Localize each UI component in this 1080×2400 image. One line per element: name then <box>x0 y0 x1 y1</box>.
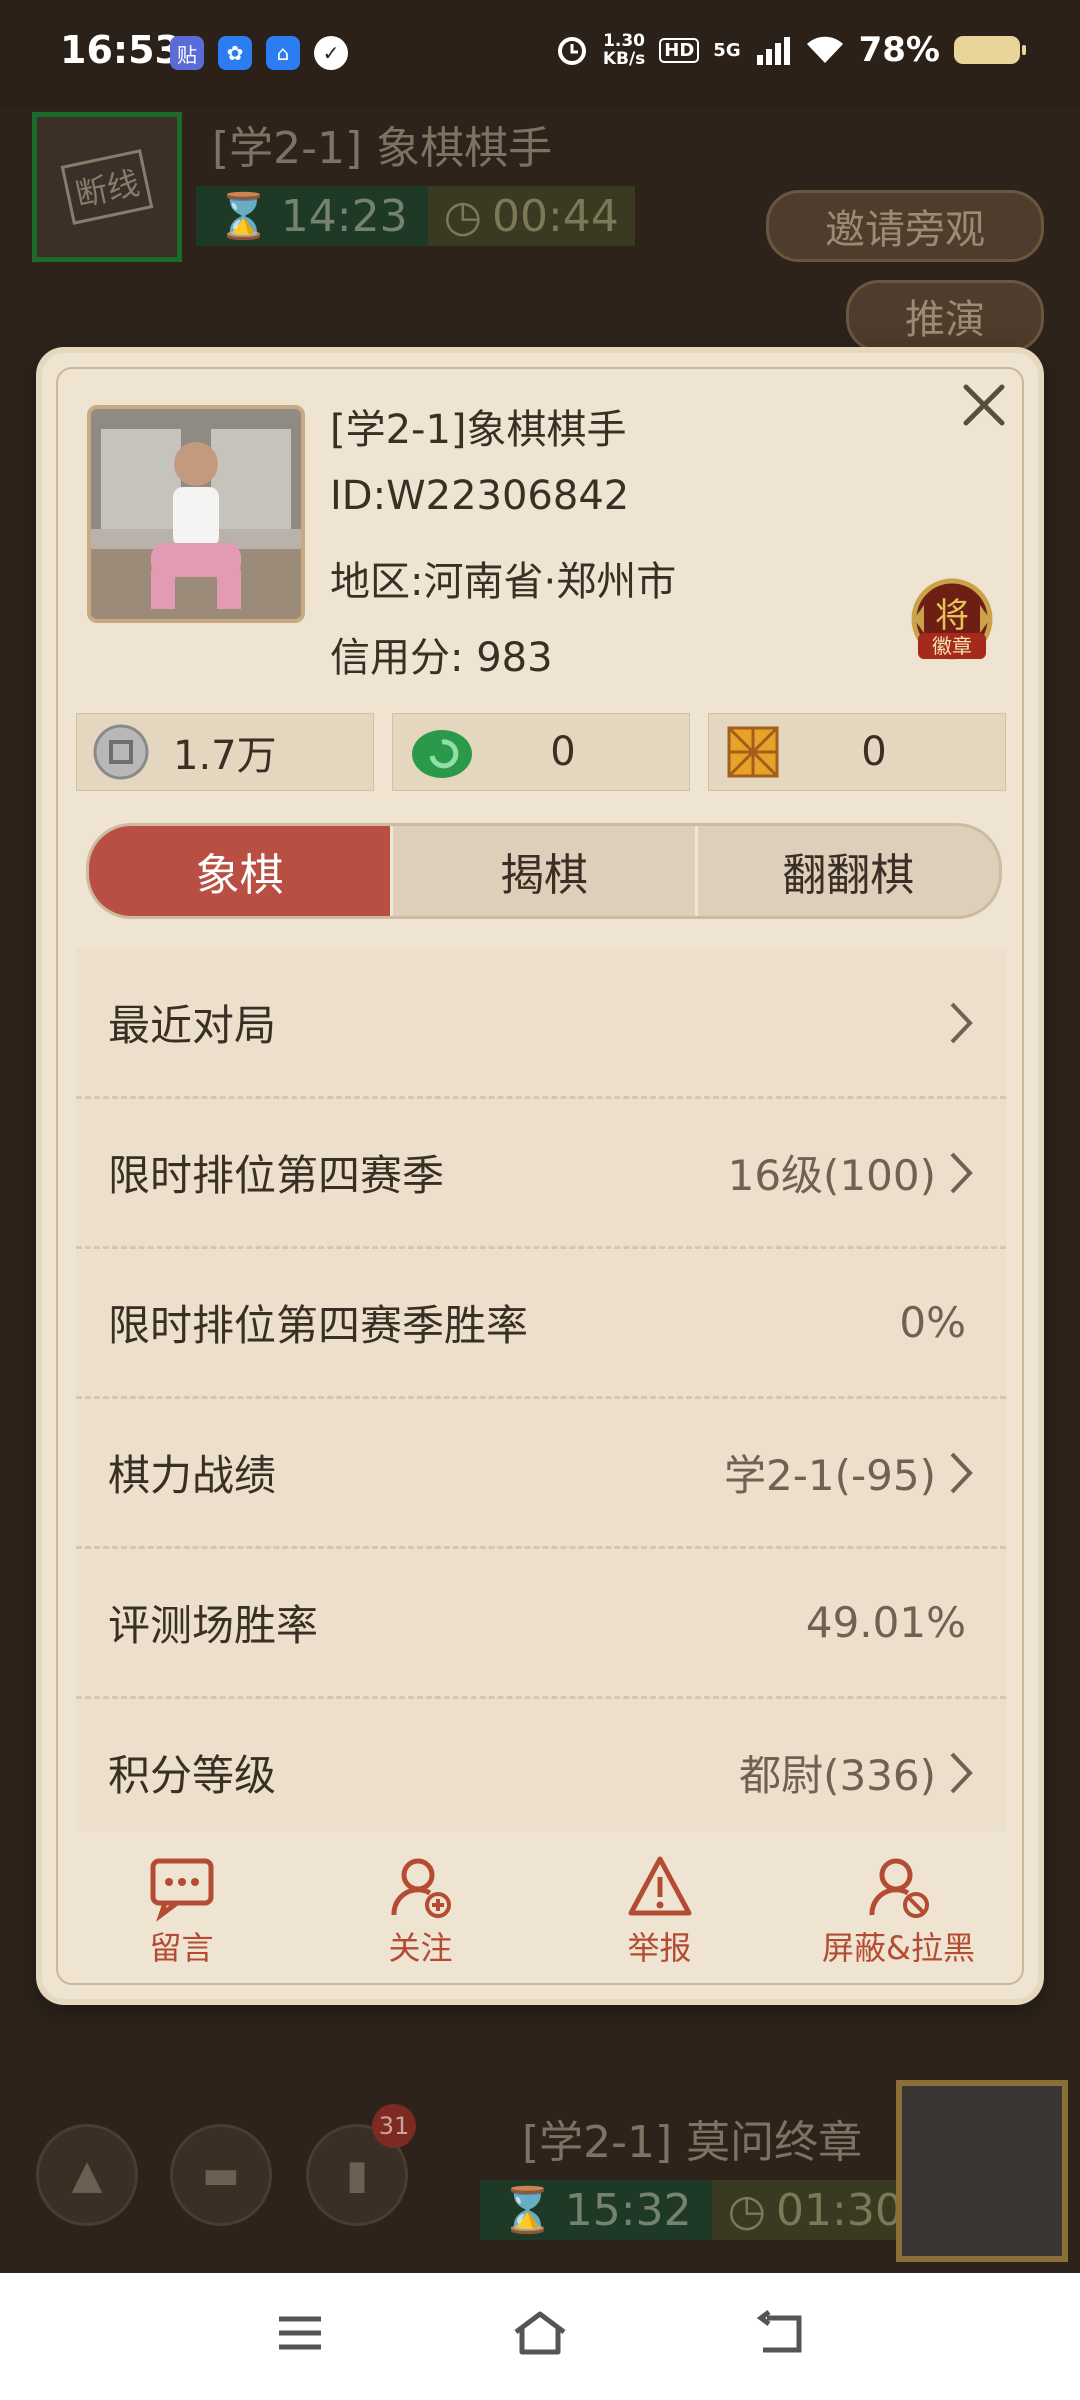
check-icon: ✓ <box>314 36 348 70</box>
top-player-timer: ⌛ 14:23 ◷ 00:44 <box>196 186 635 246</box>
row-skill-record[interactable]: 棋力战绩 学2-1(-95) <box>76 1399 1006 1549</box>
system-nav-bar <box>0 2273 1080 2400</box>
chevron-right-icon <box>950 1452 973 1493</box>
profile-name: [学2-1]象棋棋手 <box>330 407 627 453</box>
home-button[interactable] <box>505 2303 575 2363</box>
notification-icons: 贴 ✿ ⌂ ✓ <box>170 36 348 70</box>
baidu-app-icon: ✿ <box>218 36 252 70</box>
general-badge-icon[interactable]: 将 徽章 <box>904 575 1000 671</box>
alarm-icon <box>557 37 586 65</box>
rank-icon[interactable]: ▲ <box>36 2124 138 2226</box>
close-button[interactable] <box>956 377 1012 433</box>
bottom-player-name: [学2-1] 莫问终章 <box>522 2117 863 2168</box>
asset-bar: 1.7万 0 0 <box>76 713 1006 791</box>
game-type-tabs: 象棋 揭棋 翻翻棋 <box>86 823 1002 919</box>
message-button[interactable]: 留言 <box>62 1853 301 1973</box>
follow-button[interactable]: 关注 <box>301 1853 540 1973</box>
action-bar: 留言 关注 举报 屏蔽&拉黑 <box>62 1853 1018 1973</box>
menu-icon <box>279 2316 321 2350</box>
home-icon <box>514 2311 566 2355</box>
tieba-app-icon: 贴 <box>170 36 204 70</box>
card-asset[interactable]: 0 <box>708 713 1006 791</box>
deduce-button[interactable]: 推演 <box>846 280 1044 352</box>
menu-button[interactable] <box>265 2303 335 2363</box>
svg-text:徽章: 徽章 <box>932 634 972 658</box>
chat-icon[interactable]: ▬ <box>170 2124 272 2226</box>
clock-icon: ◷ <box>443 190 483 242</box>
hourglass-icon: ⌛ <box>216 191 271 242</box>
profile-credit-score: 信用分: 983 <box>330 635 553 681</box>
svg-text:将: 将 <box>935 596 969 636</box>
tab-jieqi[interactable]: 揭棋 <box>390 826 694 916</box>
net-speed: 1.30 KB/s <box>602 31 646 69</box>
invite-watch-button[interactable]: 邀请旁观 <box>766 190 1044 262</box>
status-bar: 16:53 贴 ✿ ⌂ ✓ 1.30 KB/s HD 5G 78% <box>0 0 1080 108</box>
disconnected-badge: 断线 <box>60 149 154 225</box>
bottom-player-avatar[interactable] <box>896 2080 1068 2262</box>
wifi-icon <box>806 36 843 63</box>
chevron-right-icon <box>950 1152 973 1193</box>
back-button[interactable] <box>745 2303 815 2363</box>
warning-icon <box>628 1856 691 1916</box>
gold-card-icon <box>727 726 779 778</box>
row-eval-winrate: 评测场胜率 49.01% <box>76 1549 1006 1699</box>
stats-list: 最近对局 限时排位第四赛季 16级(100) 限时排位第四赛季胜率 0% 棋力战… <box>76 949 1006 1831</box>
chevron-right-icon <box>950 1002 973 1043</box>
jade-icon <box>412 730 472 778</box>
close-icon <box>963 384 1005 426</box>
row-recent-games[interactable]: 最近对局 <box>76 949 1006 1099</box>
home-app-icon: ⌂ <box>266 36 300 70</box>
top-player-avatar[interactable]: 断线 <box>32 112 182 262</box>
jade-asset[interactable]: 0 <box>392 713 690 791</box>
avatar-photo <box>91 409 301 619</box>
row-season-rank[interactable]: 限时排位第四赛季 16级(100) <box>76 1099 1006 1249</box>
signal-icon <box>756 37 790 65</box>
hd-icon: HD <box>659 37 700 63</box>
back-icon <box>756 2310 802 2353</box>
notification-count-badge: 31 <box>372 2104 416 2148</box>
chevron-right-icon <box>950 1752 973 1793</box>
report-button[interactable]: 举报 <box>540 1853 779 1973</box>
add-friend-icon <box>390 1858 451 1918</box>
tab-fanfanqi[interactable]: 翻翻棋 <box>694 826 999 916</box>
block-button[interactable]: 屏蔽&拉黑 <box>779 1853 1018 1973</box>
battery-percent: 78% <box>858 30 940 70</box>
silver-coin-asset[interactable]: 1.7万 <box>76 713 374 791</box>
profile-avatar[interactable] <box>87 405 305 623</box>
system-icons: 1.30 KB/s HD 5G 78% <box>555 30 1026 70</box>
profile-region: 地区:河南省·郑州市 <box>330 559 677 605</box>
tab-xiangqi[interactable]: 象棋 <box>89 826 391 916</box>
bottom-player-timer: ⌛ 15:32 ◷ 01:30 <box>480 2180 919 2240</box>
clock: 16:53 <box>60 28 181 72</box>
player-profile-dialog: [学2-1]象棋棋手 ID:W22306842 地区:河南省·郑州市 信用分: … <box>42 353 1038 1999</box>
block-user-icon <box>868 1858 929 1918</box>
silver-coin-icon <box>93 724 149 780</box>
message-icon <box>150 1858 213 1922</box>
clock-icon: ◷ <box>727 2184 767 2236</box>
row-season-winrate: 限时排位第四赛季胜率 0% <box>76 1249 1006 1399</box>
top-player-name: [学2-1] 象棋棋手 <box>212 123 553 174</box>
hourglass-icon: ⌛ <box>500 2185 555 2236</box>
battery-icon <box>954 36 1026 64</box>
row-points-level[interactable]: 积分等级 都尉(336) <box>76 1699 1006 1831</box>
network-type: 5G <box>713 39 741 61</box>
profile-id: ID:W22306842 <box>330 473 630 519</box>
